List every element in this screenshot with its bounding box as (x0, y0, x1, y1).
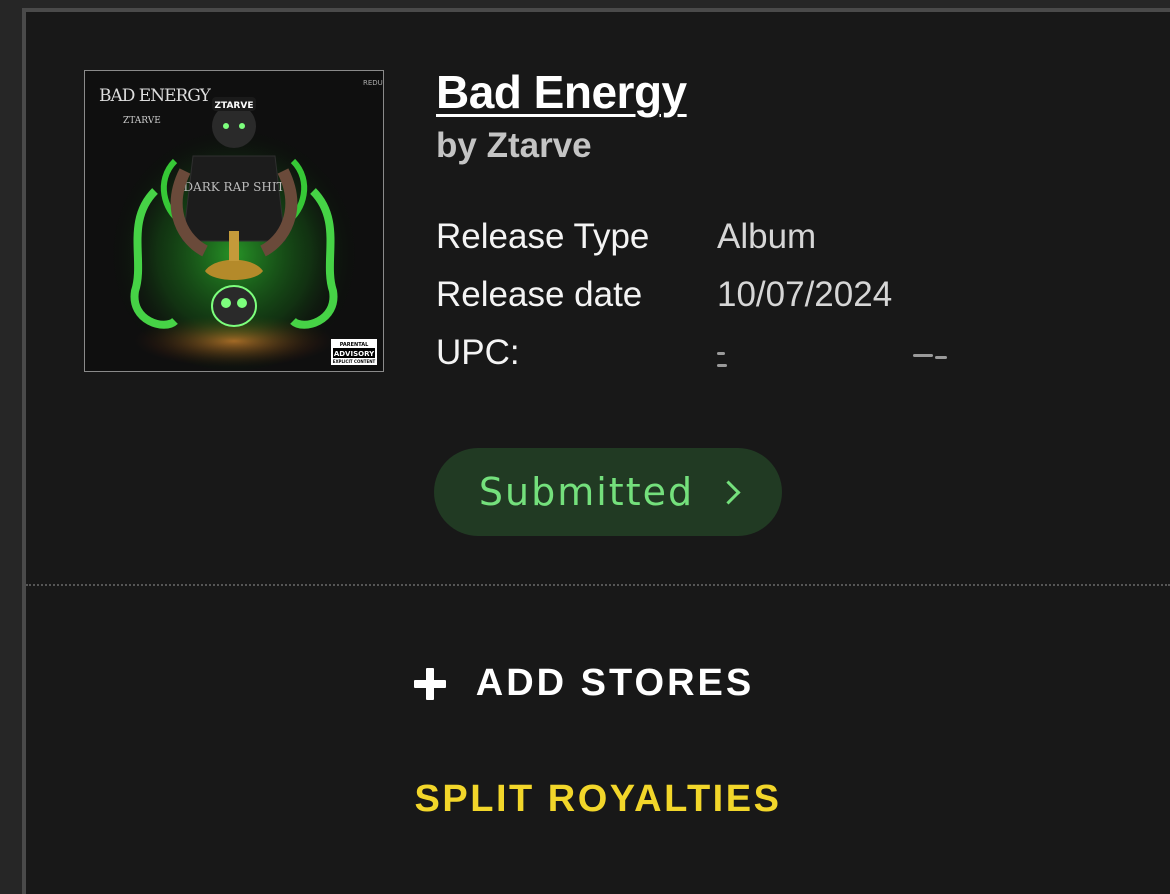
cover-corner-text: REDUX (363, 79, 383, 87)
cover-shirt-text: DARK RAP SHIT (183, 180, 284, 194)
section-divider (26, 584, 1170, 586)
release-info: Bad Energy by Ztarve Release Type Album … (436, 64, 1136, 382)
detail-value: 10/07/2024 (717, 275, 893, 314)
album-cover[interactable]: ZTARVE DARK RAP SHIT BAD ENERGY ZTARVE R… (84, 70, 384, 372)
detail-label: Release Type (436, 217, 650, 256)
detail-row-release-date: Release date 10/07/2024 (436, 266, 1136, 324)
detail-row-upc: UPC: (436, 324, 1136, 382)
detail-label: Release date (436, 275, 643, 314)
add-stores-button[interactable]: ADD STORES (26, 662, 1170, 705)
advisory-main-text: ADVISORY (334, 350, 375, 358)
split-royalties-link[interactable]: SPLIT ROYALTIES (26, 778, 1170, 821)
add-stores-label: ADD STORES (475, 662, 755, 704)
cover-artist-text: ZTARVE (123, 116, 161, 126)
advisory-top-text: PARENTAL (340, 342, 369, 348)
cover-title-text: BAD ENERGY (99, 86, 212, 106)
upc-redacted-value (717, 338, 957, 368)
detail-row-release-type: Release Type Album (436, 208, 1136, 266)
status-submitted-button[interactable]: Submitted (434, 448, 782, 536)
plus-icon (413, 667, 446, 700)
advisory-bottom-text: EXPLICIT CONTENT (333, 359, 376, 364)
chevron-right-icon (716, 479, 741, 505)
release-artist: by Ztarve (436, 126, 592, 165)
status-label: Submitted (478, 470, 695, 514)
release-title-link[interactable]: Bad Energy (436, 64, 687, 120)
release-details: Release Type Album Release date 10/07/20… (436, 208, 1136, 382)
cover-cap-text: ZTARVE (215, 101, 254, 111)
release-card: ZTARVE DARK RAP SHIT BAD ENERGY ZTARVE R… (22, 8, 1170, 894)
detail-label: UPC: (436, 333, 520, 372)
detail-value: Album (717, 217, 817, 256)
screen: ZTARVE DARK RAP SHIT BAD ENERGY ZTARVE R… (0, 0, 1170, 894)
album-cover-art: ZTARVE DARK RAP SHIT BAD ENERGY ZTARVE R… (85, 71, 383, 371)
